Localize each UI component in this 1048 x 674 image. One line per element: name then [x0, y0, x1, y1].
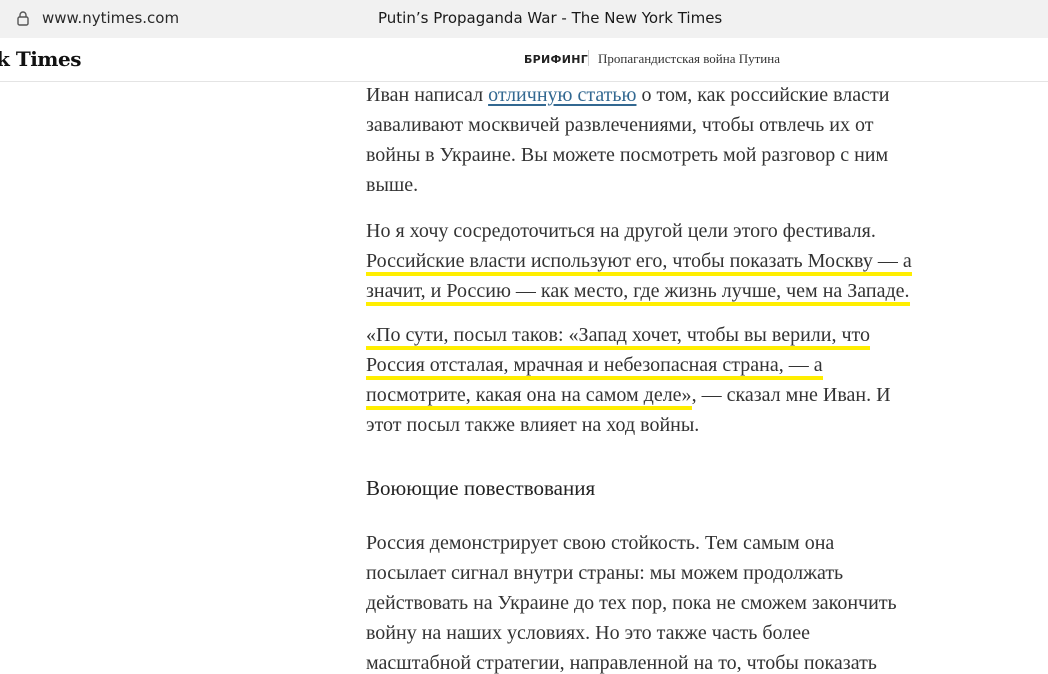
site-header: k Times БРИФИНГ Пропагандистская война П…: [0, 38, 1048, 82]
nyt-logo[interactable]: k Times: [0, 47, 81, 71]
paragraph-line: Россия отсталая, мрачная и небезопасная …: [366, 350, 966, 380]
paragraph-line: заваливают москвичей развлечениями, чтоб…: [366, 114, 874, 136]
paragraph-line: Но я хочу сосредоточиться на другой цели…: [366, 220, 876, 242]
highlighted-text: «По сути, посыл таков: «Запад хочет, что…: [366, 324, 870, 350]
paragraph-line: значит, и Россию — как место, где жизнь …: [366, 276, 966, 306]
paragraph-line: масштабной стратегии, направленной на то…: [366, 652, 877, 674]
highlighted-text: Россия отсталая, мрачная и небезопасная …: [366, 354, 823, 380]
section-label-briefing[interactable]: БРИФИНГ: [524, 53, 588, 66]
article-link[interactable]: отличную статью: [488, 84, 636, 106]
paragraph-line: посылает сигнал внутри страны: мы можем …: [366, 562, 844, 584]
text-span: Иван написал: [366, 84, 489, 106]
header-divider: [588, 50, 589, 66]
text-span: , — сказал мне Иван. И: [691, 384, 891, 406]
paragraph-line: этот посыл также влияет на ход войны.: [366, 414, 700, 436]
text-span: о том, как российские власти: [636, 84, 890, 106]
url-text[interactable]: www.nytimes.com: [42, 9, 179, 27]
paragraph-1: Иван написал отличную статью о том, как …: [366, 80, 956, 200]
highlighted-text: Российские власти используют его, чтобы …: [366, 250, 912, 276]
paragraph-line: действовать на Украине до тех пор, пока …: [366, 592, 897, 614]
browser-address-bar: www.nytimes.com Putin’s Propaganda War -…: [0, 0, 1048, 38]
paragraph-line: Россия демонстрирует свою стойкость. Тем…: [366, 532, 835, 554]
paragraph-line: войны в Украине. Вы можете посмотреть мо…: [366, 144, 889, 166]
paragraph-line: Российские власти используют его, чтобы …: [366, 246, 966, 276]
paragraph-line: Иван написал отличную статью о том, как …: [366, 80, 956, 110]
header-headline: Пропагандистская война Путина: [598, 51, 780, 66]
section-subheading: Воюющие повествования: [366, 476, 596, 500]
paragraph-line: посмотрите, какая она на самом деле», — …: [366, 380, 966, 410]
lock-icon[interactable]: [16, 10, 30, 26]
paragraph-2: Но я хочу сосредоточиться на другой цели…: [366, 216, 966, 306]
page-tab-title: Putin’s Propaganda War - The New York Ti…: [378, 9, 723, 27]
paragraph-line: «По сути, посыл таков: «Запад хочет, что…: [366, 320, 966, 350]
paragraph-line: войну на наших условиях. Но это также ча…: [366, 622, 811, 644]
paragraph-4: Россия демонстрирует свою стойкость. Тем…: [366, 528, 966, 674]
paragraph-3: «По сути, посыл таков: «Запад хочет, что…: [366, 320, 966, 440]
highlighted-text: посмотрите, какая она на самом деле»: [366, 384, 692, 410]
highlighted-text: значит, и Россию — как место, где жизнь …: [366, 280, 910, 306]
paragraph-line: выше.: [366, 174, 419, 196]
